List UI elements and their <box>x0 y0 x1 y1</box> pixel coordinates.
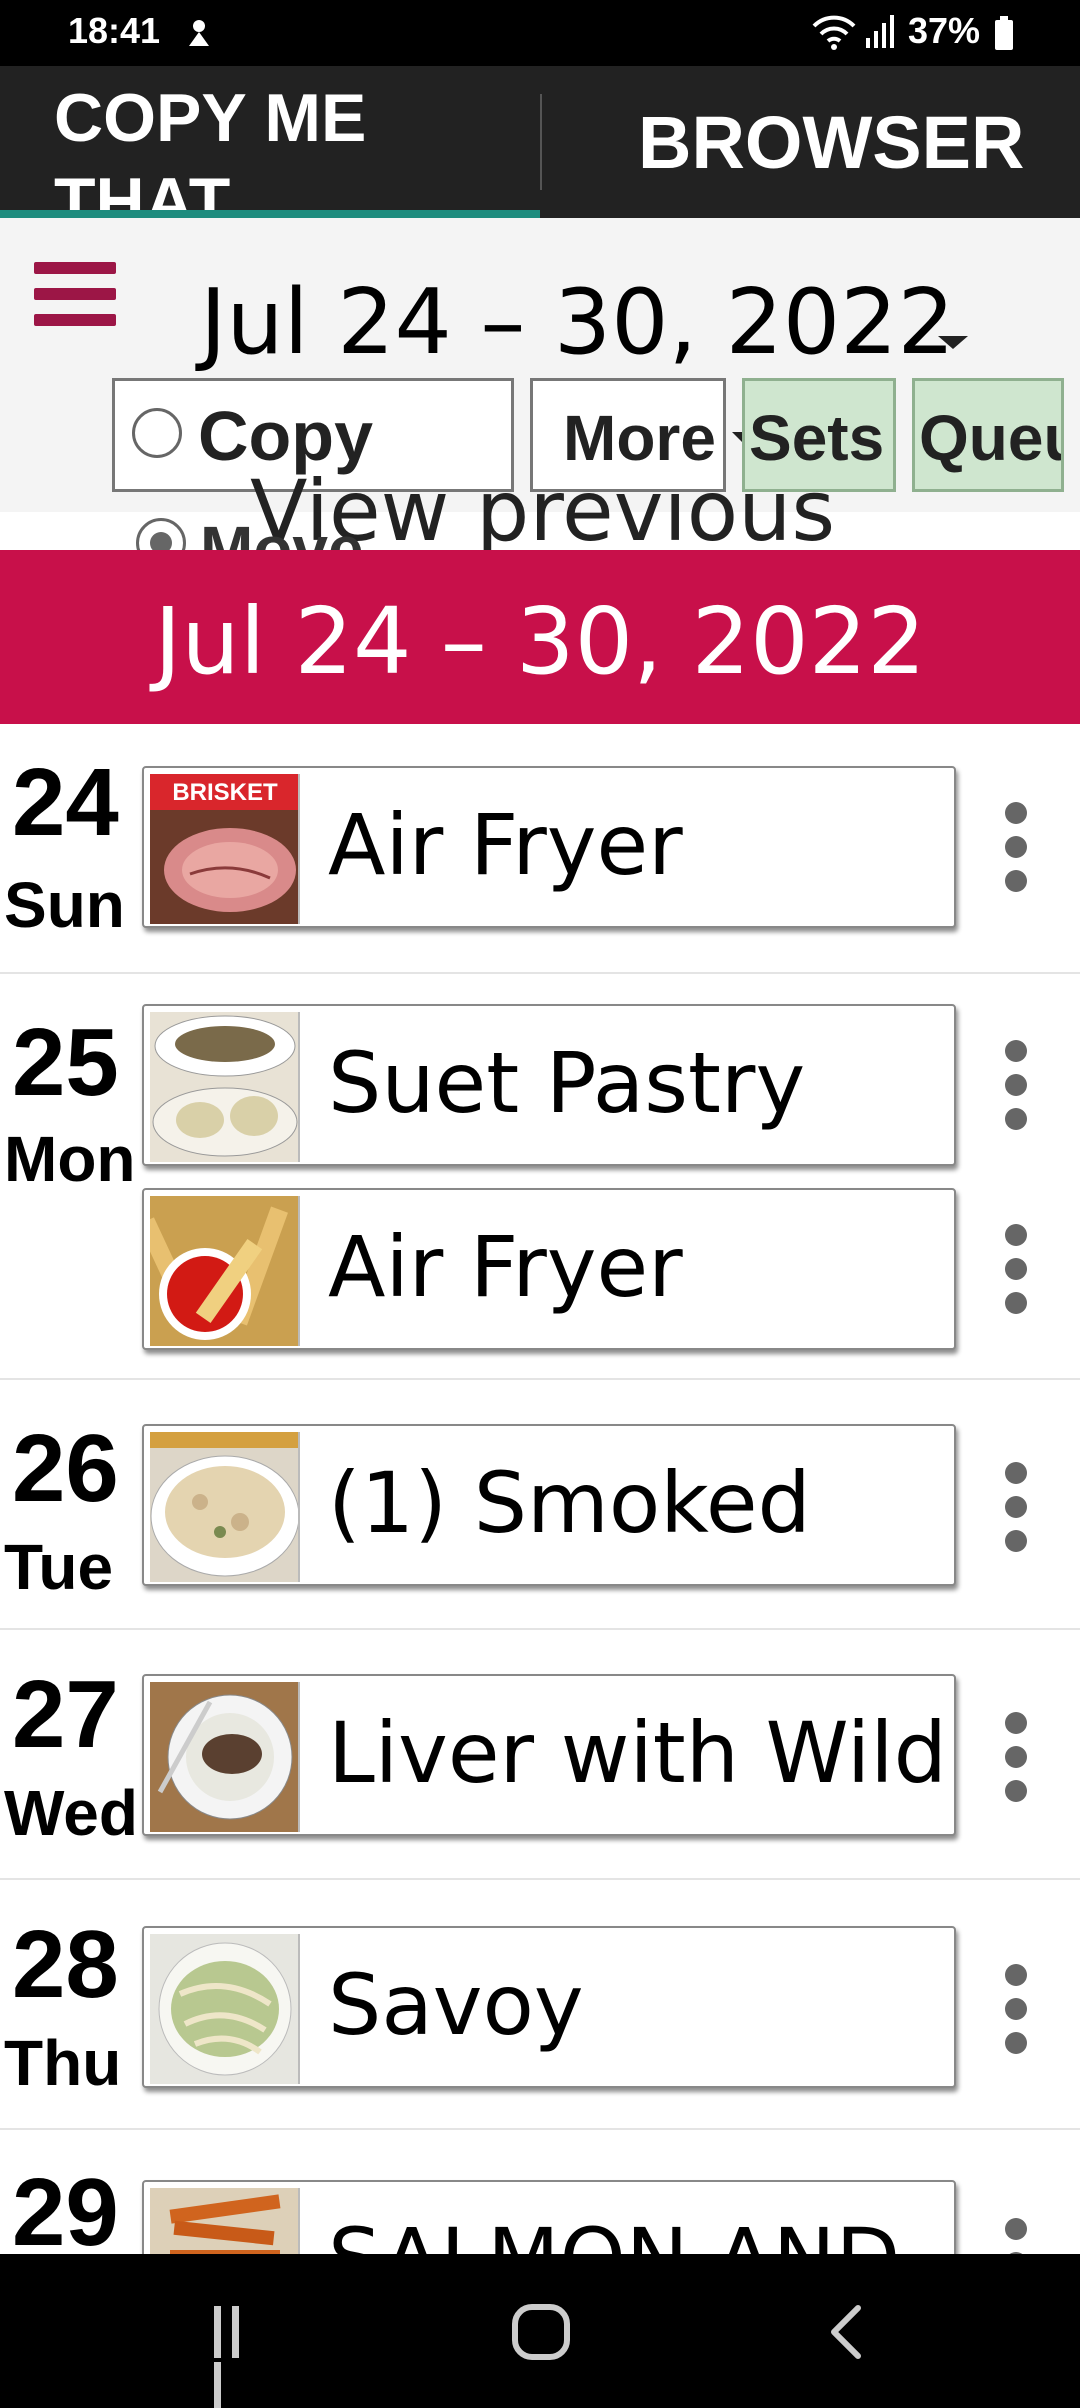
recipe-title: Air Fryer Brisket <box>328 796 683 926</box>
more-vert-icon[interactable] <box>998 2218 1034 2254</box>
recipe-title: Liver with Wild <box>328 1704 947 1802</box>
day-row: 24 Sun BRISKET Air Fryer Brisket <box>0 724 1080 974</box>
more-vert-icon[interactable] <box>998 1964 1034 2054</box>
day-name: Tue <box>4 1531 114 1603</box>
hamburger-menu-icon[interactable] <box>34 262 120 332</box>
more-vert-icon[interactable] <box>998 1224 1034 1314</box>
copy-radio[interactable] <box>132 408 182 458</box>
day-row: 29 SALMON AND <box>0 2130 1080 2254</box>
tab-copy-me-that[interactable]: COPY ME THAT <box>0 66 540 218</box>
wifi-icon <box>812 15 856 50</box>
recipe-card[interactable]: Savoy Cabbage <box>142 1926 956 2088</box>
tab-active-indicator <box>0 210 540 218</box>
day-row: 25 Mon Suet Pastry Air Fryer French Frie… <box>0 974 1080 1380</box>
status-time: 18:41 <box>68 10 161 51</box>
queue-label: Queue <box>919 402 1061 474</box>
tab-copy-me-that-label: COPY ME THAT <box>54 80 367 218</box>
home-icon[interactable] <box>512 2304 570 2360</box>
recipe-card[interactable]: Suet Pastry <box>142 1004 956 1166</box>
recipe-card[interactable]: BRISKET Air Fryer Brisket <box>142 766 956 928</box>
day-row: 26 Tue (1) Smoked Haddock & <box>0 1380 1080 1630</box>
notification-icon <box>189 20 209 46</box>
sets-button[interactable]: Sets <box>742 378 896 492</box>
day-number: 29 <box>12 2159 119 2254</box>
week-header-label: Jul 24 – 30, 2022 <box>154 588 926 695</box>
more-vert-icon[interactable] <box>998 1462 1034 1552</box>
recipe-title: Air Fryer French Fries <box>328 1218 829 1348</box>
week-range-selector[interactable]: Jul 24 – 30, 2022 <box>200 270 955 375</box>
day-name: Sun <box>4 869 125 941</box>
recipe-thumbnail <box>150 1432 300 1582</box>
back-icon[interactable] <box>822 2302 872 2362</box>
battery-percent: 37% <box>908 10 981 51</box>
day-number: 26 <box>12 1415 119 1522</box>
day-name: Thu <box>4 2027 122 2099</box>
recipe-thumbnail <box>150 1682 300 1832</box>
more-label: More <box>563 402 716 474</box>
queue-button[interactable]: Queue <box>912 378 1064 492</box>
recipe-card[interactable]: (1) Smoked Haddock & <box>142 1424 956 1586</box>
more-vert-icon[interactable] <box>998 1040 1034 1130</box>
recipe-card[interactable]: SALMON AND <box>142 2180 956 2254</box>
day-row: 28 Thu Savoy Cabbage <box>0 1880 1080 2130</box>
day-row: 27 Wed Liver with Wild <box>0 1630 1080 1880</box>
recipe-title: SALMON AND <box>328 2200 948 2254</box>
recipe-title: Savoy Cabbage <box>328 1956 701 2086</box>
day-number: 25 <box>12 1009 119 1116</box>
day-number: 27 <box>12 1661 119 1768</box>
system-nav-bar <box>0 2254 1080 2408</box>
tab-browser[interactable]: BROWSER <box>542 66 1080 218</box>
day-name: Wed <box>4 1777 138 1849</box>
recipe-title: Suet Pastry <box>328 1034 806 1132</box>
recipe-thumbnail <box>150 2188 300 2254</box>
recipe-card[interactable]: Liver with Wild <box>142 1674 956 1836</box>
signal-icon <box>866 15 894 48</box>
thumb-label: BRISKET <box>172 779 278 806</box>
status-bar: 18:41 37% <box>0 0 1080 66</box>
more-vert-icon[interactable] <box>998 1712 1034 1802</box>
recipe-thumbnail <box>150 1012 300 1162</box>
week-header: Jul 24 – 30, 2022 <box>0 550 1080 724</box>
recents-icon[interactable] <box>214 2306 264 2408</box>
day-number: 28 <box>12 1911 119 2018</box>
recipe-title: (1) Smoked Haddock & <box>328 1454 811 1584</box>
battery-icon <box>995 16 1013 50</box>
more-dropdown[interactable]: More <box>530 378 726 492</box>
recipe-thumbnail: BRISKET <box>150 774 300 924</box>
tab-browser-label: BROWSER <box>638 101 1025 184</box>
sets-label: Sets <box>749 402 885 474</box>
app-tab-bar: COPY ME THAT BROWSER <box>0 66 1080 218</box>
chevron-down-icon[interactable] <box>938 336 968 349</box>
recipe-card[interactable]: Air Fryer French Fries <box>142 1188 956 1350</box>
day-name: Mon <box>4 1123 136 1195</box>
day-number: 24 <box>12 749 119 856</box>
more-vert-icon[interactable] <box>998 802 1034 892</box>
recipe-thumbnail <box>150 1934 300 2084</box>
recipe-thumbnail <box>150 1196 300 1346</box>
